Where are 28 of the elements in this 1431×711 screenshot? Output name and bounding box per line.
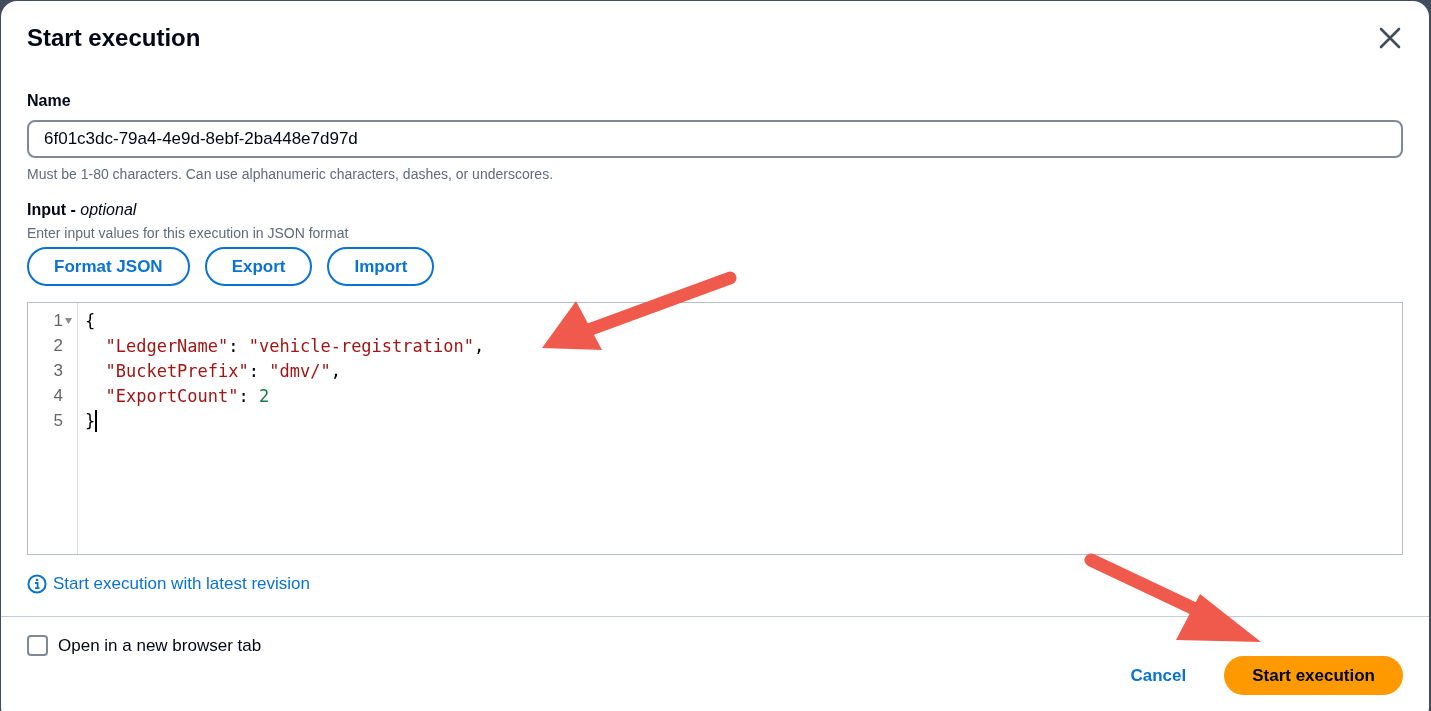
line-number: 5 bbox=[53, 410, 63, 431]
cancel-button[interactable]: Cancel bbox=[1112, 659, 1205, 692]
line-number: 1 bbox=[53, 310, 63, 331]
field-description: Enter input values for this execution in JSON format bbox=[27, 225, 350, 241]
info-icon bbox=[27, 574, 47, 594]
field-label: Name bbox=[27, 92, 72, 110]
checkbox[interactable] bbox=[27, 635, 48, 656]
code-line: "LedgerName": "vehicle-registration", bbox=[104, 335, 485, 356]
code-line: { bbox=[85, 310, 96, 331]
checkbox-label: Open in a new browser tab bbox=[58, 635, 262, 656]
code-line: "ExportCount": 2 bbox=[104, 385, 270, 406]
close-icon[interactable] bbox=[1379, 27, 1401, 49]
editor-button[interactable]: Import bbox=[327, 247, 435, 286]
revision-link[interactable]: Start execution with latest revision bbox=[53, 574, 310, 594]
code-line: "BucketPrefix": "dmv/", bbox=[104, 360, 341, 381]
dialog-title: Start execution bbox=[27, 24, 201, 52]
fold-caret-icon[interactable] bbox=[65, 317, 72, 324]
field-hint: Must be 1-80 characters. Can use alphanumeric characters, dashes, or underscores. bbox=[27, 166, 555, 182]
line-number: 4 bbox=[53, 385, 63, 406]
start-execution-button[interactable]: Start execution bbox=[1224, 656, 1403, 695]
field-label: Input - optional bbox=[27, 201, 138, 219]
line-number: 3 bbox=[53, 360, 63, 381]
editor-button[interactable]: Export bbox=[204, 247, 313, 286]
name-input-field[interactable]: 6f01c3dc-79a4-4e9d-8ebf-2ba448e7d97d bbox=[27, 120, 1403, 158]
editor-button[interactable]: Format JSON bbox=[27, 247, 190, 286]
code-editor[interactable]: 1 2 3 4 5 { "LedgerName": "vehicle-registration", "BucketPrefix": "dmv/", "ExportCount": 2 } bbox=[27, 302, 1403, 555]
code-line: } bbox=[85, 410, 96, 431]
line-number: 2 bbox=[53, 335, 63, 356]
